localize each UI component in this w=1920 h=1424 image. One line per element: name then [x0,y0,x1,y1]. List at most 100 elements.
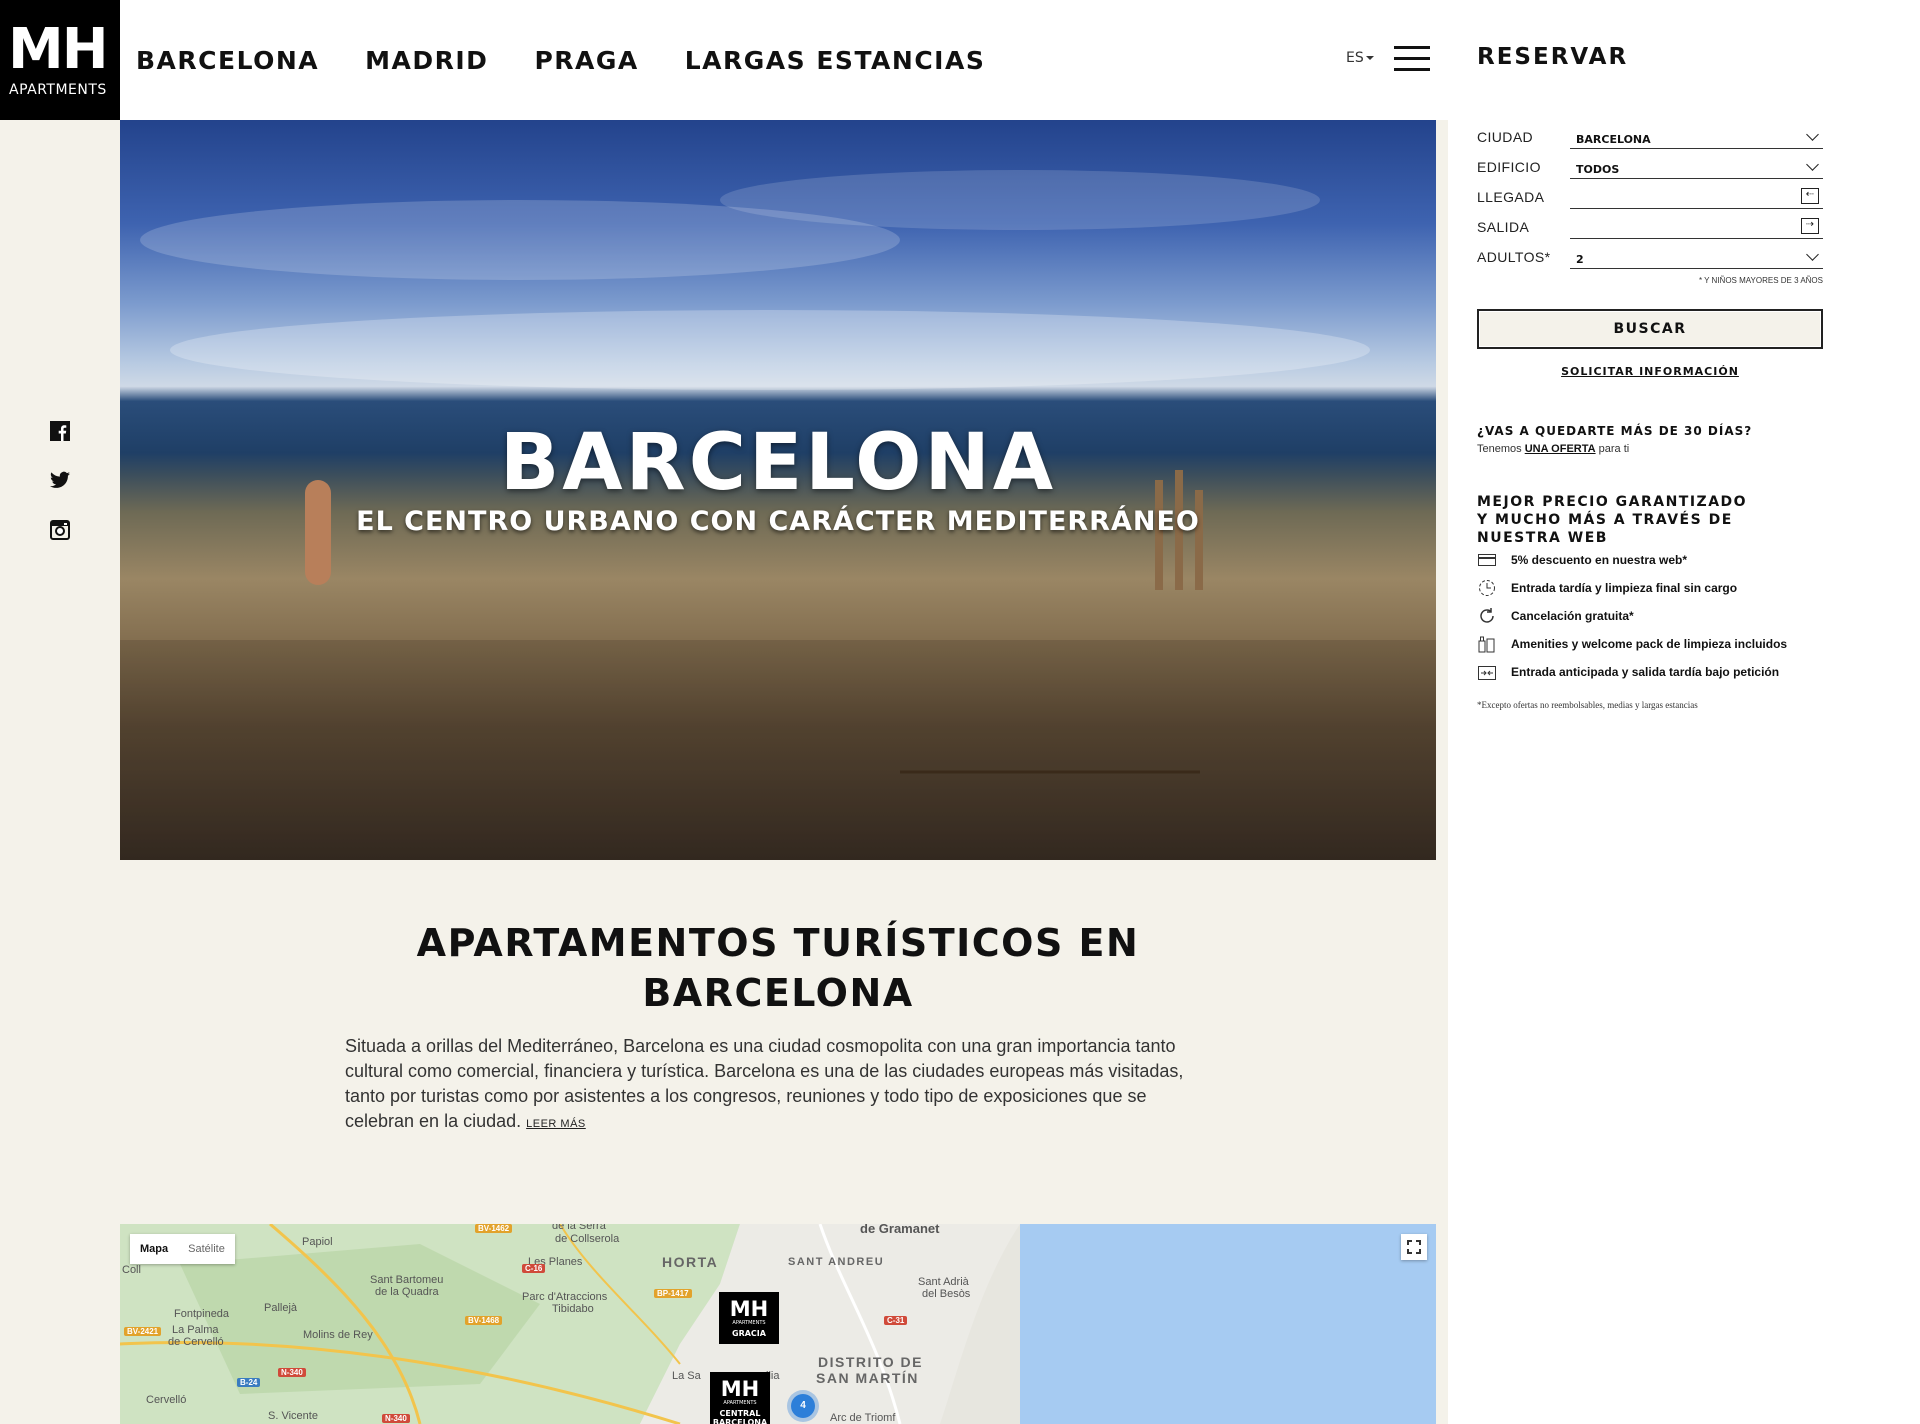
map-pin-gracia[interactable]: MH APARTMENTS GRACIA [719,1292,779,1344]
map-pin-central-barcelona[interactable]: MH APARTMENTS CENTRAL BARCELONA [710,1372,770,1424]
nav-largas-estancias[interactable]: LARGAS ESTANCIAS [685,46,986,75]
map-label-fontpineda: Fontpineda [174,1308,230,1320]
hero-subtitle: EL CENTRO URBANO CON CARÁCTER MEDITERRÁN… [356,506,1200,537]
late-checkin-clock-icon [1477,580,1497,596]
map-label-sant-adria: Sant Adrià [918,1276,969,1288]
amenities-bottles-icon [1477,636,1497,653]
edificio-value: TODOS [1576,163,1620,176]
adultos-label: ADULTOS* [1477,249,1551,265]
early-checkin-calendar-icon [1477,664,1497,680]
location-map[interactable]: Papiol Coll de la Serra de Collserola de… [120,1224,1436,1424]
benefit-item: Entrada tardía y limpieza final sin carg… [1477,578,1737,598]
solicitar-informacion-link[interactable]: SOLICITAR INFORMACIÓN [1477,365,1823,378]
map-label-sant-bartomeu: Sant Bartomeu [370,1274,444,1286]
calendar-depart-icon: ⇢ [1801,218,1819,234]
intro-paragraph: Situada a orillas del Mediterráneo, Barc… [345,1034,1215,1137]
nav-madrid[interactable]: MADRID [365,46,488,75]
pin-logo: MH [720,1377,760,1401]
edificio-select[interactable]: TODOS [1570,155,1823,179]
map-label-gramanet: de Gramanet [860,1224,940,1236]
map-district-san-martin: SAN MARTÍN [816,1370,919,1386]
pin-name: CENTRAL BARCELONA [712,1409,768,1424]
road-label: BP-1417 [654,1289,692,1298]
best-price-heading: MEJOR PRECIO GARANTIZADO Y MUCHO MÁS A T… [1477,493,1823,547]
map-label-del-besos: del Besòs [922,1288,971,1300]
map-label-cervello: Cervelló [146,1394,187,1406]
road-label: BV-1468 [465,1316,503,1325]
map-label-papiol: Papiol [302,1236,333,1248]
map-label-parc-atraccions: Parc d'Atraccions [522,1291,608,1303]
map-label-serra: de la Serra [552,1224,606,1232]
logo-mark: MH [8,17,109,82]
salida-row: SALIDA ⇢ [1477,215,1823,239]
nav-praga[interactable]: PRAGA [534,46,638,75]
map-label-molins-de-rey: Molins de Rey [303,1329,373,1341]
language-selector[interactable]: ES [1346,50,1374,66]
ciudad-select[interactable]: BARCELONA [1570,125,1823,149]
map-district-horta: HORTA [662,1254,719,1270]
booking-form: CIUDAD BARCELONA EDIFICIO TODOS LLEGADA … [1477,120,1823,1424]
adultos-value: 2 [1576,253,1584,266]
map-type-toggle: Mapa Satélite [130,1234,235,1264]
ciudad-row: CIUDAD BARCELONA [1477,125,1823,149]
map-label-coll: Coll [122,1264,141,1276]
map-type-satelite[interactable]: Satélite [178,1234,235,1264]
benefit-item: Amenities y welcome pack de limpieza inc… [1477,634,1787,654]
adultos-row: ADULTOS* 2 [1477,245,1823,269]
map-cluster-marker[interactable]: 4 [791,1394,815,1418]
cancellation-refresh-icon [1477,608,1497,624]
intro-text: Situada a orillas del Mediterráneo, Barc… [345,1036,1184,1131]
map-type-mapa[interactable]: Mapa [130,1234,178,1264]
para-ti-text: para ti [1598,443,1630,455]
benefit-text: Cancelación gratuita* [1511,609,1634,623]
map-label-la-sagrada: La Sa [672,1370,701,1382]
language-code: ES [1346,50,1364,66]
road-label: C-16 [522,1264,546,1273]
map-label-de-cervello: de Cervelló [168,1336,224,1348]
twitter-icon[interactable] [50,470,70,490]
map-label-s-vicente: S. Vicente [268,1410,318,1422]
edificio-label: EDIFICIO [1477,159,1541,175]
benefit-text: Amenities y welcome pack de limpieza inc… [1511,637,1788,651]
fullscreen-icon[interactable] [1401,1234,1427,1260]
hero-title: BARCELONA [499,418,1057,508]
section-title-line1: APARTAMENTOS TURÍSTICOS EN [416,921,1140,965]
reservar-heading: RESERVAR [1477,44,1629,70]
calendar-arrive-icon: ⇠ [1801,188,1819,204]
long-stay-offer: Tenemos UNA OFERTA para ti [1477,443,1629,455]
instagram-icon[interactable] [50,520,70,540]
una-oferta-link[interactable]: UNA OFERTA [1525,443,1596,455]
hero-banner: BARCELONA EL CENTRO URBANO CON CARÁCTER … [120,120,1436,860]
map-label-de-la-quadra: de la Quadra [375,1286,439,1298]
facebook-icon[interactable] [50,421,70,441]
benefit-item: Cancelación gratuita* [1477,606,1634,626]
chevron-down-icon [1806,128,1819,141]
road-label: N-340 [382,1414,410,1423]
tenemos-text: Tenemos [1477,443,1522,455]
leer-mas-link[interactable]: LEER MÁS [526,1118,586,1130]
pin-logo: MH [729,1297,769,1321]
long-stay-question: ¿VAS A QUEDARTE MÁS DE 30 DÍAS? [1477,424,1753,438]
benefit-text: Entrada tardía y limpieza final sin carg… [1511,581,1738,595]
benefit-item: Entrada anticipada y salida tardía bajo … [1477,662,1779,682]
section-title: APARTAMENTOS TURÍSTICOS EN BARCELONA [120,918,1436,1018]
benefit-item: 5% descuento en nuestra web* [1477,550,1687,570]
salida-date-input[interactable]: ⇢ [1570,215,1823,239]
map-label-palleja: Pallejà [264,1302,298,1314]
nav-barcelona[interactable]: BARCELONA [136,46,319,75]
best-price-line1: MEJOR PRECIO GARANTIZADO [1477,494,1748,510]
map-district-sant-andreu: SANT ANDREU [788,1256,885,1268]
section-title-line2: BARCELONA [642,971,914,1015]
buscar-button[interactable]: BUSCAR [1477,309,1823,349]
road-label: C-31 [884,1316,908,1325]
hamburger-menu-icon[interactable] [1394,46,1430,72]
exceptions-note: *Excepto ofertas no reembolsables, media… [1477,700,1698,710]
llegada-date-input[interactable]: ⇠ [1570,185,1823,209]
adultos-select[interactable]: 2 [1570,245,1823,269]
mh-apartments-logo[interactable]: MH APARTMENTS [0,0,120,120]
ninos-note: * Y NIÑOS MAYORES DE 3 AÑOS [1698,276,1823,285]
road-label: BV-2421 [124,1327,162,1336]
main-nav: BARCELONA MADRID PRAGA LARGAS ESTANCIAS [136,0,985,120]
caret-down-icon [1365,56,1374,60]
ciudad-label: CIUDAD [1477,129,1534,145]
